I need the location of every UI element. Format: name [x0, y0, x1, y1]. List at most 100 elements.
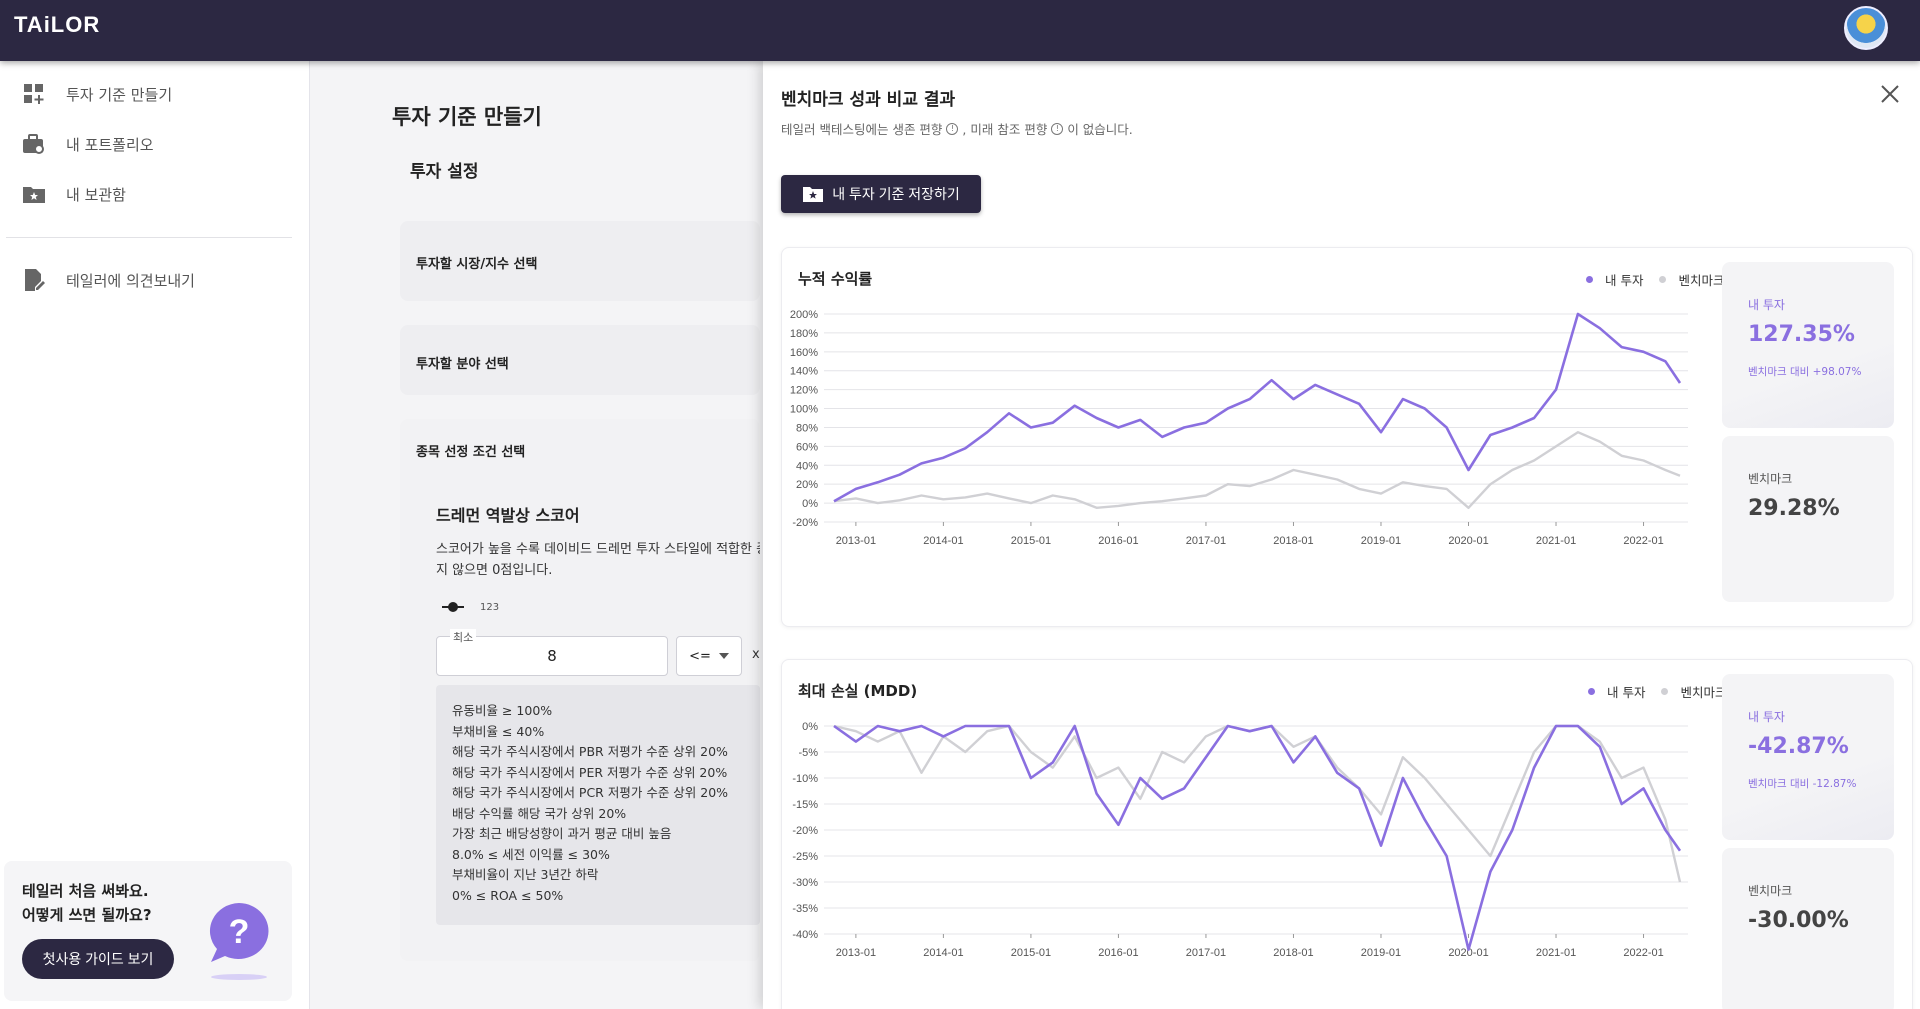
briefcase-search-icon	[22, 132, 46, 156]
guide-text: 테일러 처음 써봐요. 어떻게 쓰면 될까요?	[22, 882, 152, 924]
mdd-card: 최대 손실 (MDD) 내 투자 벤치마크 0% -5% -10% -15% -20% -…	[781, 659, 1913, 1009]
x-tick-label: 2013-01	[836, 535, 876, 547]
bench-stat-box: 벤치마크 29.28%	[1722, 436, 1894, 602]
x-label: x	[752, 647, 760, 662]
sidebar-item-feedback[interactable]: 테일러에 의견보내기	[22, 265, 195, 295]
bias-note: 테일러 백테스팅에는 생존 편향 ! , 미래 참조 편향 ! 이 없습니다.	[781, 122, 1133, 137]
x-tick-label: 2017-01	[1186, 535, 1226, 547]
rule-item: 0% ≤ ROA ≤ 50%	[452, 887, 564, 903]
sidebar-item-create-criteria[interactable]: 투자 기준 만들기	[22, 79, 172, 109]
rule-item: 유동비율 ≥ 100%	[452, 703, 553, 718]
legend-dot-mine	[1588, 688, 1595, 695]
mine-stat-box: 내 투자 -42.87% 벤치마크 대비 -12.87%	[1722, 674, 1894, 840]
user-avatar[interactable]	[1844, 6, 1888, 50]
dashboard-add-icon	[22, 82, 46, 106]
x-tick-label: 2021-01	[1536, 947, 1576, 959]
sidebar-item-portfolio[interactable]: 내 포트폴리오	[22, 129, 154, 159]
guide-button[interactable]: 첫사용 가이드 보기	[22, 939, 174, 979]
condition-description: 스코어가 높을 수록 데이비드 드레먼 투자 스타일에 적합한 종 지 않으면 …	[436, 542, 760, 578]
legend-dot-bench	[1659, 276, 1667, 283]
mine-stat-box: 내 투자 127.35% 벤치마크 대비 +98.07%	[1722, 262, 1894, 428]
y-tick-label: 160%	[790, 347, 818, 359]
rule-item: 부채비율이 지난 3년간 하락	[452, 867, 599, 882]
sector-select-card[interactable]: 투자할 분야 선택	[400, 325, 760, 395]
sidebar-item-label: 투자 기준 만들기	[66, 85, 173, 104]
chart-legend: 내 투자 벤치마크	[1588, 682, 1727, 701]
sidebar-item-label: 내 보관함	[66, 185, 126, 204]
top-bar: TAiLOR	[0, 0, 1920, 61]
y-tick-label: 60%	[796, 441, 818, 453]
x-tick-label: 2016-01	[1098, 535, 1138, 547]
operator-select[interactable]: <=	[676, 636, 742, 676]
y-tick-label: 80%	[796, 422, 818, 434]
rule-item: 해당 국가 주식시장에서 PBR 저평가 수준 상위 20%	[452, 744, 728, 759]
section-title: 투자 설정	[410, 162, 479, 182]
info-icon[interactable]: !	[946, 122, 959, 135]
guide-card: 테일러 처음 써봐요. 어떻게 쓰면 될까요? 첫사용 가이드 보기 ?	[4, 861, 292, 1001]
y-tick-label: -15%	[792, 799, 818, 811]
legend-dot-bench	[1661, 688, 1669, 695]
y-tick-label: 200%	[790, 309, 818, 321]
legend-label-mine: 내 투자	[1607, 685, 1646, 700]
close-icon[interactable]	[1879, 83, 1901, 105]
y-tick-label: 0%	[802, 498, 818, 510]
sidebar-item-label: 테일러에 의견보내기	[66, 271, 195, 290]
market-select-card[interactable]: 투자할 시장/지수 선택	[400, 221, 760, 301]
y-tick-label: -10%	[792, 773, 818, 785]
folder-star-icon	[803, 187, 824, 202]
sidebar-item-storage[interactable]: 내 보관함	[22, 179, 126, 209]
panel-title: 벤치마크 성과 비교 결과	[781, 90, 956, 110]
y-tick-label: 100%	[790, 404, 818, 416]
x-tick-label: 2015-01	[1011, 947, 1051, 959]
y-tick-label: -30%	[792, 877, 818, 889]
rule-item: 해당 국가 주식시장에서 PCR 저평가 수준 상위 20%	[452, 785, 729, 800]
sidebar: 투자 기준 만들기 내 포트폴리오 내 보관함 테일러에 의견보내기 테일러 처…	[0, 61, 310, 1009]
y-tick-label: -20%	[792, 825, 818, 837]
rule-item: 배당 수익률 해당 국가 상위 20%	[452, 805, 627, 821]
x-tick-label: 2018-01	[1273, 947, 1313, 959]
chart-legend: 내 투자 벤치마크	[1586, 270, 1725, 289]
x-tick-label: 2019-01	[1361, 535, 1401, 547]
x-tick-label: 2019-01	[1361, 947, 1401, 959]
x-tick-label: 2014-01	[923, 947, 963, 959]
legend-dot-mine	[1586, 276, 1593, 283]
x-tick-label: 2015-01	[1011, 535, 1051, 547]
legend-label-mine: 내 투자	[1605, 273, 1644, 288]
y-tick-label: 40%	[796, 460, 818, 472]
main-content: 투자 기준 만들기 투자 설정 투자할 시장/지수 선택 투자할 분야 선택 종…	[310, 61, 760, 1009]
x-tick-label: 2020-01	[1448, 535, 1488, 547]
x-tick-label: 2013-01	[836, 947, 876, 959]
question-bubble-icon: ?	[207, 901, 271, 980]
benchmark-result-panel: 벤치마크 성과 비교 결과 테일러 백테스팅에는 생존 편향 ! , 미래 참조…	[763, 61, 1920, 1009]
cumulative-return-card: 누적 수익률 내 투자 벤치마크 -20% 0% 20% 40% 60% 80% 100% 1…	[781, 247, 1913, 627]
document-edit-icon	[22, 268, 46, 292]
caret-down-icon	[718, 653, 729, 659]
legend-label-bench: 벤치마크	[1678, 273, 1725, 288]
chart-title: 누적 수익률	[798, 270, 873, 288]
y-tick-label: -35%	[792, 903, 818, 915]
x-tick-label: 2017-01	[1186, 947, 1226, 959]
x-tick-label: 2022-01	[1623, 535, 1663, 547]
score-slider[interactable]: 123	[442, 601, 499, 613]
x-tick-label: 2021-01	[1536, 535, 1576, 547]
sidebar-divider	[6, 237, 292, 238]
folder-star-icon	[22, 182, 46, 206]
sidebar-item-label: 내 포트폴리오	[66, 135, 154, 154]
rule-item: 해당 국가 주식시장에서 PER 저평가 수준 상위 20%	[452, 764, 728, 780]
info-icon[interactable]: !	[1051, 122, 1064, 135]
svg-text:?: ?	[229, 913, 250, 951]
mdd-chart: 0% -5% -10% -15% -20% -25% -30% -35% -40% 2013-01…	[792, 721, 1688, 959]
chart-title: 최대 손실 (MDD)	[798, 682, 918, 700]
y-tick-label: -40%	[792, 929, 818, 941]
y-tick-label: 180%	[790, 328, 818, 340]
condition-title: 드레먼 역발상 스코어	[436, 506, 580, 525]
y-tick-label: 20%	[796, 479, 818, 491]
y-tick-label: -20%	[792, 517, 818, 529]
min-field-label: 최소	[450, 629, 477, 645]
series-line-bench	[833, 430, 1681, 510]
save-criteria-button[interactable]: 내 투자 기준 저장하기	[781, 175, 981, 213]
cumulative-return-chart: -20% 0% 20% 40% 60% 80% 100% 120% 140% 160% 180% 20…	[790, 309, 1688, 547]
slider-handle[interactable]	[442, 601, 464, 613]
app-logo[interactable]: TAiLOR	[14, 12, 100, 38]
y-tick-label: -5%	[798, 747, 818, 759]
